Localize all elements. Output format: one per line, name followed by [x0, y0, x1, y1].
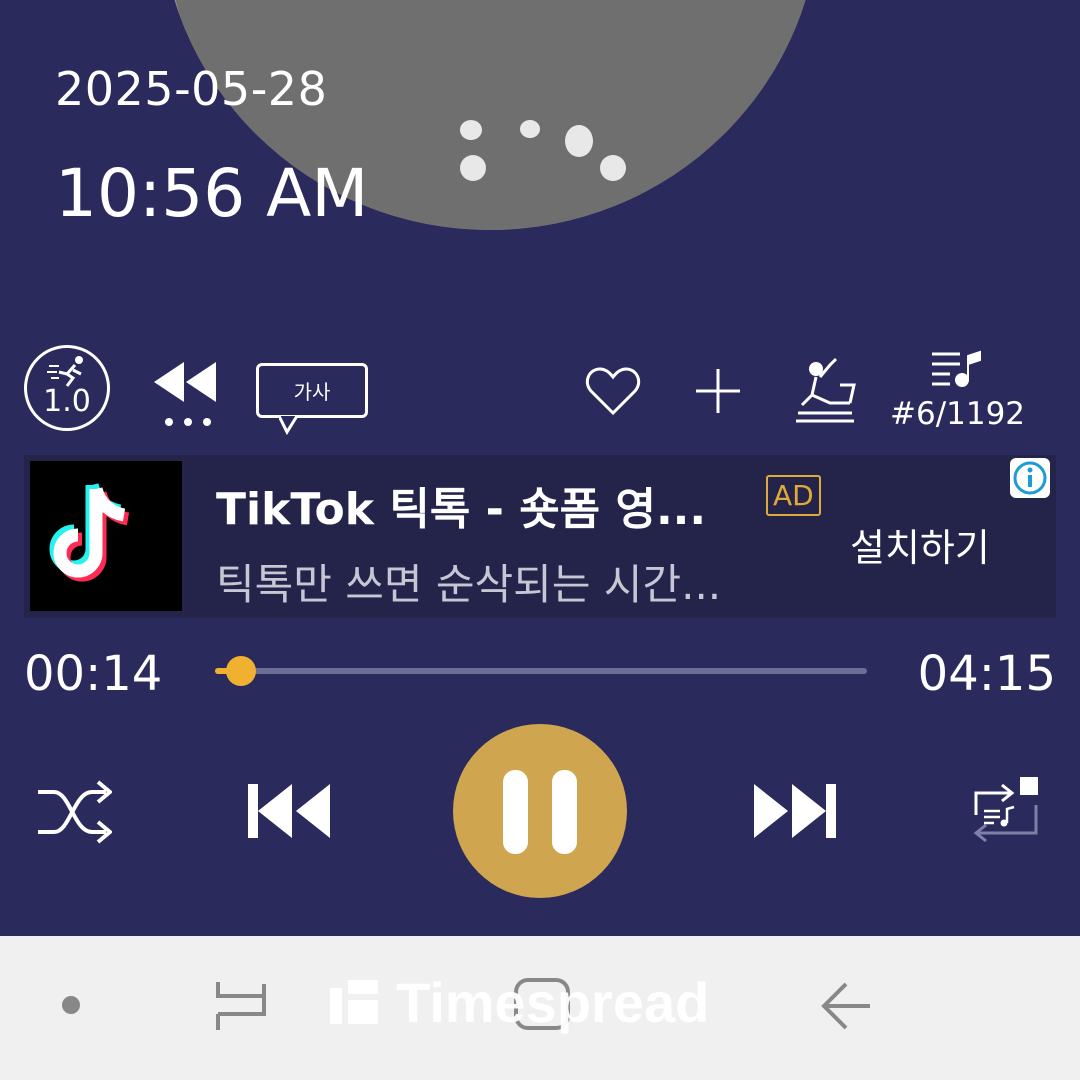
ad-subtitle: 틱톡만 쓰면 순삭되는 시간... [216, 560, 722, 609]
tiktok-logo-icon [30, 461, 182, 611]
seek-bar[interactable] [215, 656, 867, 686]
lyrics-button[interactable]: 가사 [256, 363, 368, 436]
elapsed-time: 00:14 [24, 646, 163, 702]
rewind-icon[interactable] [150, 360, 220, 436]
status-date: 2025-05-28 [55, 62, 328, 116]
repeat-icon[interactable] [970, 775, 1042, 851]
watermark: Timespread [330, 970, 709, 1035]
ad-install-button[interactable]: 설치하기 [850, 517, 990, 572]
album-art-dot [565, 125, 593, 157]
seek-bar-thumb[interactable] [226, 656, 257, 686]
ad-title: TikTok 틱톡 - 숏폼 영... [216, 484, 707, 535]
album-art-dot [460, 155, 486, 181]
dot-icon [62, 996, 80, 1014]
album-art-dot [460, 120, 482, 140]
heart-icon[interactable] [585, 365, 641, 421]
queue-icon[interactable] [930, 350, 984, 392]
relax-mode-icon[interactable] [790, 355, 858, 431]
playback-speed-button[interactable]: 1.0 [24, 345, 110, 431]
total-time: 04:15 [917, 646, 1056, 702]
shuffle-icon[interactable] [36, 778, 114, 850]
watermark-text: Timespread [396, 971, 710, 1034]
next-track-icon[interactable] [752, 782, 838, 844]
ad-banner[interactable]: TikTok 틱톡 - 숏폼 영... AD 틱톡만 쓰면 순삭되는 시간...… [24, 455, 1056, 618]
lyrics-label: 가사 [293, 380, 331, 404]
add-to-playlist-icon[interactable] [692, 365, 744, 421]
watermark-logo-icon [330, 980, 378, 1024]
playback-speed-label: 1.0 [43, 384, 91, 419]
info-icon[interactable] [1010, 458, 1050, 498]
ad-badge: AD [766, 475, 821, 516]
status-time: 10:56 AM [55, 155, 369, 232]
queue-position: #6/1192 [890, 396, 1026, 432]
album-art-dot [600, 155, 626, 181]
pause-icon [503, 770, 577, 854]
previous-track-icon[interactable] [246, 782, 332, 844]
back-icon[interactable] [820, 980, 872, 1032]
recent-apps-icon[interactable] [214, 980, 268, 1032]
runner-icon [47, 356, 83, 387]
album-art-dot [520, 120, 540, 138]
speech-tail-icon [279, 416, 299, 436]
pause-button[interactable] [453, 724, 627, 898]
